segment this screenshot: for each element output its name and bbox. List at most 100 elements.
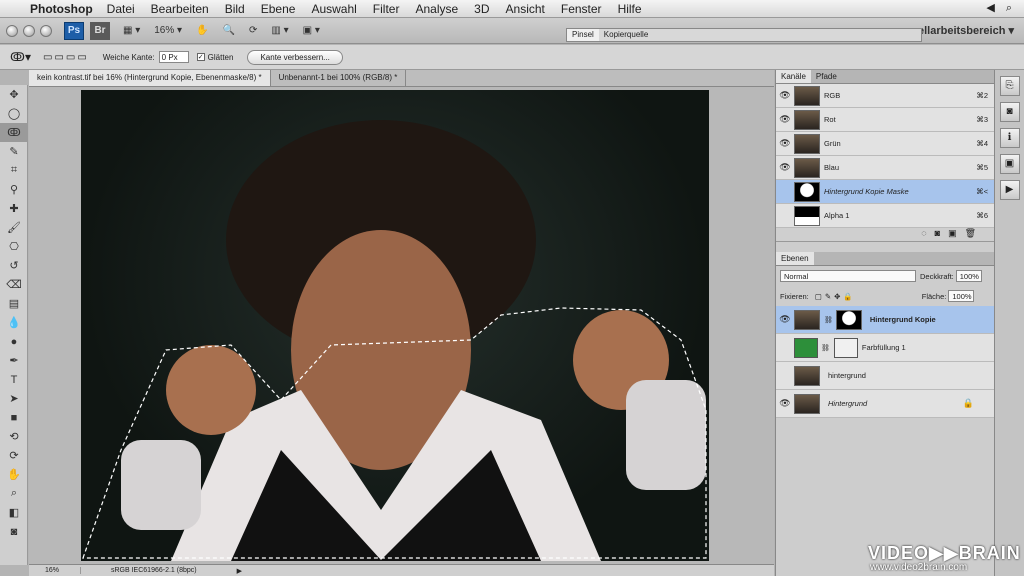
menu-ebene[interactable]: Ebene [261, 2, 296, 16]
zoom-level-select[interactable]: 16% ▾ [149, 22, 187, 40]
channel-row-alpha[interactable]: Alpha 1 ⌘6 [776, 204, 994, 228]
channel-row-rgb[interactable]: 👁 RGB ⌘2 [776, 84, 994, 108]
dodge-tool-icon[interactable]: ● [0, 332, 28, 351]
channel-name: Hintergrund Kopie Maske [824, 187, 909, 196]
layer-row-hintergrund-kopie[interactable]: 👁 ⛓ Hintergrund Kopie [776, 306, 994, 334]
3d-rotate-tool-icon[interactable]: ⟲ [0, 427, 28, 446]
channel-actions-icons[interactable]: ◌◙▣🗑 [921, 228, 984, 239]
menu-datei[interactable]: Datei [107, 2, 135, 16]
visibility-eye-icon[interactable]: 👁 [776, 314, 794, 325]
layer-row-hintergrund-lower[interactable]: hintergrund [776, 362, 994, 390]
opacity-input[interactable]: 100% [955, 270, 982, 282]
layer-row-background[interactable]: 👁 Hintergrund 🔒 [776, 390, 994, 418]
menu-3d[interactable]: 3D [474, 2, 489, 16]
status-zoom[interactable]: 16% [29, 567, 81, 574]
menubar-status-icons[interactable]: ◀ ⌕ [986, 1, 1016, 15]
camera-panel-icon[interactable]: ◙ [999, 102, 1020, 122]
marquee-tool-icon[interactable]: ◯ [0, 104, 28, 123]
hand-tool-icon[interactable]: ✋ [0, 465, 28, 484]
workspace-switcher[interactable]: ellarbeitsbereich ▾ [918, 24, 1014, 37]
history-panel-icon[interactable]: ⎘ [999, 76, 1020, 96]
visibility-eye-icon[interactable]: 👁 [776, 90, 794, 101]
actions-panel-icon[interactable]: ▶ [999, 180, 1020, 200]
refine-edge-button[interactable]: Kante verbessern... [247, 49, 343, 65]
history-brush-tool-icon[interactable]: ↺ [0, 256, 28, 275]
menu-fenster[interactable]: Fenster [561, 2, 602, 16]
layer-row-farbfuellung[interactable]: ⛓ Farbfüllung 1 [776, 334, 994, 362]
visibility-eye-icon[interactable]: 👁 [776, 162, 794, 173]
channel-row-rot[interactable]: 👁 Rot ⌘3 [776, 108, 994, 132]
zoom-tool-icon[interactable]: ⌕ [0, 484, 28, 503]
quick-mask-icon[interactable]: ◙ [0, 522, 28, 541]
screen-mode-button[interactable]: ▣ ▾ [298, 22, 325, 40]
lasso-preset-icon[interactable]: ↂ▾ [10, 50, 31, 64]
lock-icons[interactable]: ▢✎✥🔒 [815, 292, 856, 301]
menu-analyse[interactable]: Analyse [415, 2, 458, 16]
tab-pinsel[interactable]: Pinsel [567, 29, 599, 41]
tab-ebenen[interactable]: Ebenen [776, 252, 814, 265]
menu-bild[interactable]: Bild [225, 2, 245, 16]
3d-orbit-tool-icon[interactable]: ⟳ [0, 446, 28, 465]
eyedropper-tool-icon[interactable]: ⚲ [0, 180, 28, 199]
path-select-tool-icon[interactable]: ➤ [0, 389, 28, 408]
shape-tool-icon[interactable]: ■ [0, 408, 28, 427]
tab-document-1[interactable]: kein kontrast.tif bei 16% (Hintergrund K… [29, 70, 271, 86]
tab-kopierquelle[interactable]: Kopierquelle [599, 29, 653, 41]
color-swatches-icon[interactable]: ◧ [0, 503, 28, 522]
tab-pfade[interactable]: Pfade [811, 70, 842, 83]
window-controls [6, 24, 52, 37]
eraser-tool-icon[interactable]: ⌫ [0, 275, 28, 294]
quick-select-tool-icon[interactable]: ✎ [0, 142, 28, 161]
chain-icon[interactable]: ⛓ [821, 344, 830, 352]
layer-mask-thumbnail[interactable] [833, 337, 858, 358]
brush-tool-icon[interactable]: 🖌 [0, 218, 28, 237]
blend-mode-select[interactable]: Normal [780, 270, 916, 282]
close-window-button[interactable] [6, 24, 18, 37]
document-canvas[interactable] [81, 90, 709, 561]
menu-ansicht[interactable]: Ansicht [506, 2, 545, 16]
feather-input[interactable]: 0 Px [158, 51, 189, 63]
rotate-view-button[interactable]: ⟳ [244, 22, 262, 40]
chain-icon[interactable]: ⛓ [824, 316, 833, 324]
visibility-eye-icon[interactable]: 👁 [776, 398, 794, 409]
menu-hilfe[interactable]: Hilfe [618, 2, 642, 16]
zoom-tool-button[interactable]: 🔍 [218, 22, 240, 40]
channel-row-gruen[interactable]: 👁 Grün ⌘4 [776, 132, 994, 156]
type-tool-icon[interactable]: T [0, 370, 28, 389]
ps-logo-icon[interactable]: Ps [64, 21, 84, 40]
healing-tool-icon[interactable]: ✚ [0, 199, 28, 218]
status-menu-arrow-icon[interactable]: ▶ [237, 567, 242, 575]
view-extras-button[interactable]: ▦ ▾ [118, 22, 145, 40]
layer-name: Hintergrund Kopie [869, 315, 936, 324]
fill-label: Fläche: [921, 291, 947, 301]
gradient-tool-icon[interactable]: ▤ [0, 294, 28, 313]
zoom-window-button[interactable] [40, 24, 52, 37]
tab-kanaele[interactable]: Kanäle [776, 70, 811, 83]
navigator-panel-icon[interactable]: ▣ [999, 154, 1020, 174]
stamp-tool-icon[interactable]: ⎔ [0, 237, 28, 256]
blur-tool-icon[interactable]: 💧 [0, 313, 28, 332]
hand-tool-button[interactable]: ✋ [191, 22, 213, 40]
info-panel-icon[interactable]: ℹ [999, 128, 1020, 148]
menu-filter[interactable]: Filter [373, 2, 400, 16]
tab-document-2[interactable]: Unbenannt-1 bei 100% (RGB/8) * [271, 70, 407, 86]
arrange-documents-button[interactable]: ▥ ▾ [266, 22, 293, 40]
bridge-icon[interactable]: Br [90, 21, 110, 40]
smooth-checkbox[interactable]: ✓ [196, 53, 205, 61]
move-tool-icon[interactable]: ✥ [0, 85, 28, 104]
visibility-eye-icon[interactable]: 👁 [776, 114, 794, 125]
menu-auswahl[interactable]: Auswahl [311, 2, 356, 16]
menu-bearbeiten[interactable]: Bearbeiten [151, 2, 209, 16]
lasso-tool-icon[interactable]: ↂ [0, 123, 28, 142]
channel-row-blau[interactable]: 👁 Blau ⌘5 [776, 156, 994, 180]
channel-row-mask[interactable]: Hintergrund Kopie Maske ⌘< [776, 180, 994, 204]
crop-tool-icon[interactable]: ⌗ [0, 161, 28, 180]
app-name[interactable]: Photoshop [30, 2, 93, 16]
selection-mode-icons[interactable]: ▭▭▭▭ [43, 52, 89, 63]
minimize-window-button[interactable] [23, 24, 35, 37]
channel-shortcut: ⌘3 [976, 115, 988, 124]
visibility-eye-icon[interactable]: 👁 [776, 138, 794, 149]
pen-tool-icon[interactable]: ✒ [0, 351, 28, 370]
layer-mask-thumbnail[interactable] [835, 309, 862, 330]
fill-input[interactable]: 100% [948, 290, 975, 302]
